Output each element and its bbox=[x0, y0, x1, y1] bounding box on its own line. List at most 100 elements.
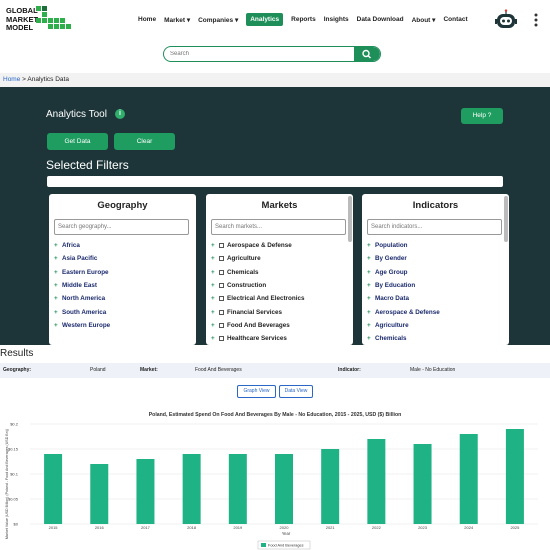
y-tick-label: $0.1 bbox=[10, 472, 19, 477]
robot-icon[interactable] bbox=[495, 9, 517, 31]
nav-home-label: Home bbox=[138, 16, 157, 23]
search-button[interactable] bbox=[354, 47, 380, 61]
geography-search-input[interactable]: Search geography... bbox=[54, 219, 189, 235]
item-label: Eastern Europe bbox=[62, 268, 109, 276]
item-label: Construction bbox=[227, 282, 267, 290]
geography-list: + Africa + Asia Pacific + Eastern Europe + M… bbox=[54, 239, 110, 332]
checkbox[interactable] bbox=[219, 336, 224, 342]
x-tick-label: 2015 bbox=[49, 525, 59, 530]
list-item[interactable]: + Aerospace & Defense bbox=[367, 305, 440, 318]
item-label: Asia Pacific bbox=[62, 255, 98, 263]
plus-icon: + bbox=[211, 282, 215, 290]
list-item[interactable]: + Agriculture bbox=[367, 319, 440, 332]
more-menu-icon[interactable] bbox=[530, 13, 542, 27]
bar-chart: $0 $0.05 $0.1 $0.15 $0.2 2015 2016 2017 2018 2019… bbox=[5, 422, 538, 550]
nav-home[interactable]: Home bbox=[138, 16, 156, 23]
nav-companies-label: Companies bbox=[198, 16, 234, 24]
item-label: By Gender bbox=[375, 255, 407, 263]
item-label: Aerospace & Defense bbox=[375, 308, 440, 316]
bar bbox=[505, 429, 524, 524]
markets-search-input[interactable]: Search markets... bbox=[211, 219, 346, 235]
list-item[interactable]: + Agriculture bbox=[211, 252, 304, 265]
breadcrumb: Home > Analytics Data bbox=[0, 73, 550, 87]
list-item[interactable]: + Age Group bbox=[367, 266, 440, 279]
chevron-down-icon: ▾ bbox=[234, 16, 239, 24]
list-item[interactable]: + Healthcare Services bbox=[211, 332, 304, 345]
checkbox[interactable] bbox=[219, 309, 224, 315]
bar bbox=[228, 454, 247, 524]
get-data-button[interactable]: Get Data bbox=[47, 133, 108, 150]
indicators-list: + Population + By Gender + Age Group + By Ed… bbox=[367, 239, 440, 345]
checkbox[interactable] bbox=[219, 269, 224, 275]
list-item[interactable]: + Chemicals bbox=[211, 266, 304, 279]
item-label: Agriculture bbox=[227, 255, 261, 263]
logo-line-3: MODEL bbox=[6, 23, 34, 32]
list-item[interactable]: + By Education bbox=[367, 279, 440, 292]
list-item[interactable]: + Eastern Europe bbox=[54, 266, 110, 279]
list-item[interactable]: + Middle East bbox=[54, 279, 110, 292]
item-label: Aerospace & Defense bbox=[227, 242, 292, 250]
item-label: By Education bbox=[375, 282, 416, 290]
nav-reports[interactable]: Reports bbox=[291, 16, 316, 23]
nav-insights-label: Insights bbox=[323, 16, 349, 23]
results-filter-summary: Geography: Poland Market: Food And Bever… bbox=[0, 363, 550, 378]
list-item[interactable]: + Africa bbox=[54, 239, 110, 252]
item-label: Electrical And Electronics bbox=[227, 295, 305, 303]
checkbox[interactable] bbox=[219, 322, 224, 328]
selected-filters-heading: Selected Filters bbox=[46, 158, 129, 172]
list-item[interactable]: + North America bbox=[54, 292, 110, 305]
data-view-button[interactable]: Data View bbox=[279, 385, 313, 398]
clear-button[interactable]: Clear bbox=[114, 133, 175, 150]
list-item[interactable]: + Aerospace & Defense bbox=[211, 239, 304, 252]
markets-title: Markets bbox=[261, 200, 298, 211]
plus-icon: + bbox=[211, 268, 215, 276]
item-label: Macro Data bbox=[375, 295, 409, 303]
checkbox[interactable] bbox=[219, 283, 224, 289]
list-item[interactable]: + Financial Services bbox=[211, 305, 304, 318]
checkbox[interactable] bbox=[219, 296, 224, 302]
y-tick-label: $0 bbox=[14, 522, 19, 527]
list-item[interactable]: + Macro Data bbox=[367, 292, 440, 305]
item-label: North America bbox=[62, 295, 106, 303]
checkbox[interactable] bbox=[219, 256, 224, 262]
list-item[interactable]: + Electrical And Electronics bbox=[211, 292, 304, 305]
plus-icon: + bbox=[367, 255, 371, 263]
list-item[interactable]: + Asia Pacific bbox=[54, 252, 110, 265]
list-item[interactable]: + South America bbox=[54, 305, 110, 318]
nav-contact-label: Contact bbox=[443, 16, 468, 23]
nav-data-download[interactable]: Data Download bbox=[357, 16, 404, 23]
markets-list: + Aerospace & Defense + Agriculture + Chemi… bbox=[211, 239, 304, 345]
nav-contact[interactable]: Contact bbox=[443, 16, 467, 23]
info-icon[interactable]: i bbox=[115, 109, 125, 119]
list-item[interactable]: + Chemicals bbox=[367, 332, 440, 345]
plus-icon: + bbox=[54, 242, 58, 250]
help-button[interactable]: Help ? bbox=[461, 108, 503, 124]
nav-insights[interactable]: Insights bbox=[324, 16, 349, 23]
markets-panel: Markets Search markets... + Aerospace & D… bbox=[206, 194, 353, 345]
geography-value: Poland bbox=[90, 367, 106, 373]
list-item[interactable]: + Western Europe bbox=[54, 319, 110, 332]
logo[interactable]: GLOBAL MARKET MODEL bbox=[6, 5, 72, 35]
list-item[interactable]: + Construction bbox=[211, 279, 304, 292]
breadcrumb-home[interactable]: Home bbox=[3, 76, 20, 83]
checkbox[interactable] bbox=[219, 243, 224, 249]
list-item[interactable]: + By Gender bbox=[367, 252, 440, 265]
breadcrumb-separator: > bbox=[22, 76, 26, 83]
item-label: Africa bbox=[62, 242, 80, 250]
search-input[interactable] bbox=[164, 47, 354, 61]
indicators-search-input[interactable]: Search indicators... bbox=[367, 219, 502, 235]
plus-icon: + bbox=[367, 295, 371, 303]
bar bbox=[275, 454, 293, 524]
nav-market[interactable]: Market ▾ bbox=[164, 16, 190, 24]
plus-icon: + bbox=[211, 255, 215, 263]
bar bbox=[321, 449, 340, 524]
list-item[interactable]: + Food And Beverages bbox=[211, 319, 304, 332]
item-label: Population bbox=[375, 242, 408, 250]
list-item[interactable]: + Population bbox=[367, 239, 440, 252]
graph-view-button[interactable]: Graph View bbox=[237, 385, 276, 398]
x-tick-label: 2022 bbox=[372, 525, 382, 530]
nav-analytics[interactable]: Analytics bbox=[246, 13, 284, 26]
nav-about[interactable]: About ▾ bbox=[412, 16, 436, 24]
nav-companies[interactable]: Companies ▾ bbox=[198, 16, 238, 24]
page: GLOBAL MARKET MODEL Home Market ▾ Compan… bbox=[0, 0, 550, 550]
